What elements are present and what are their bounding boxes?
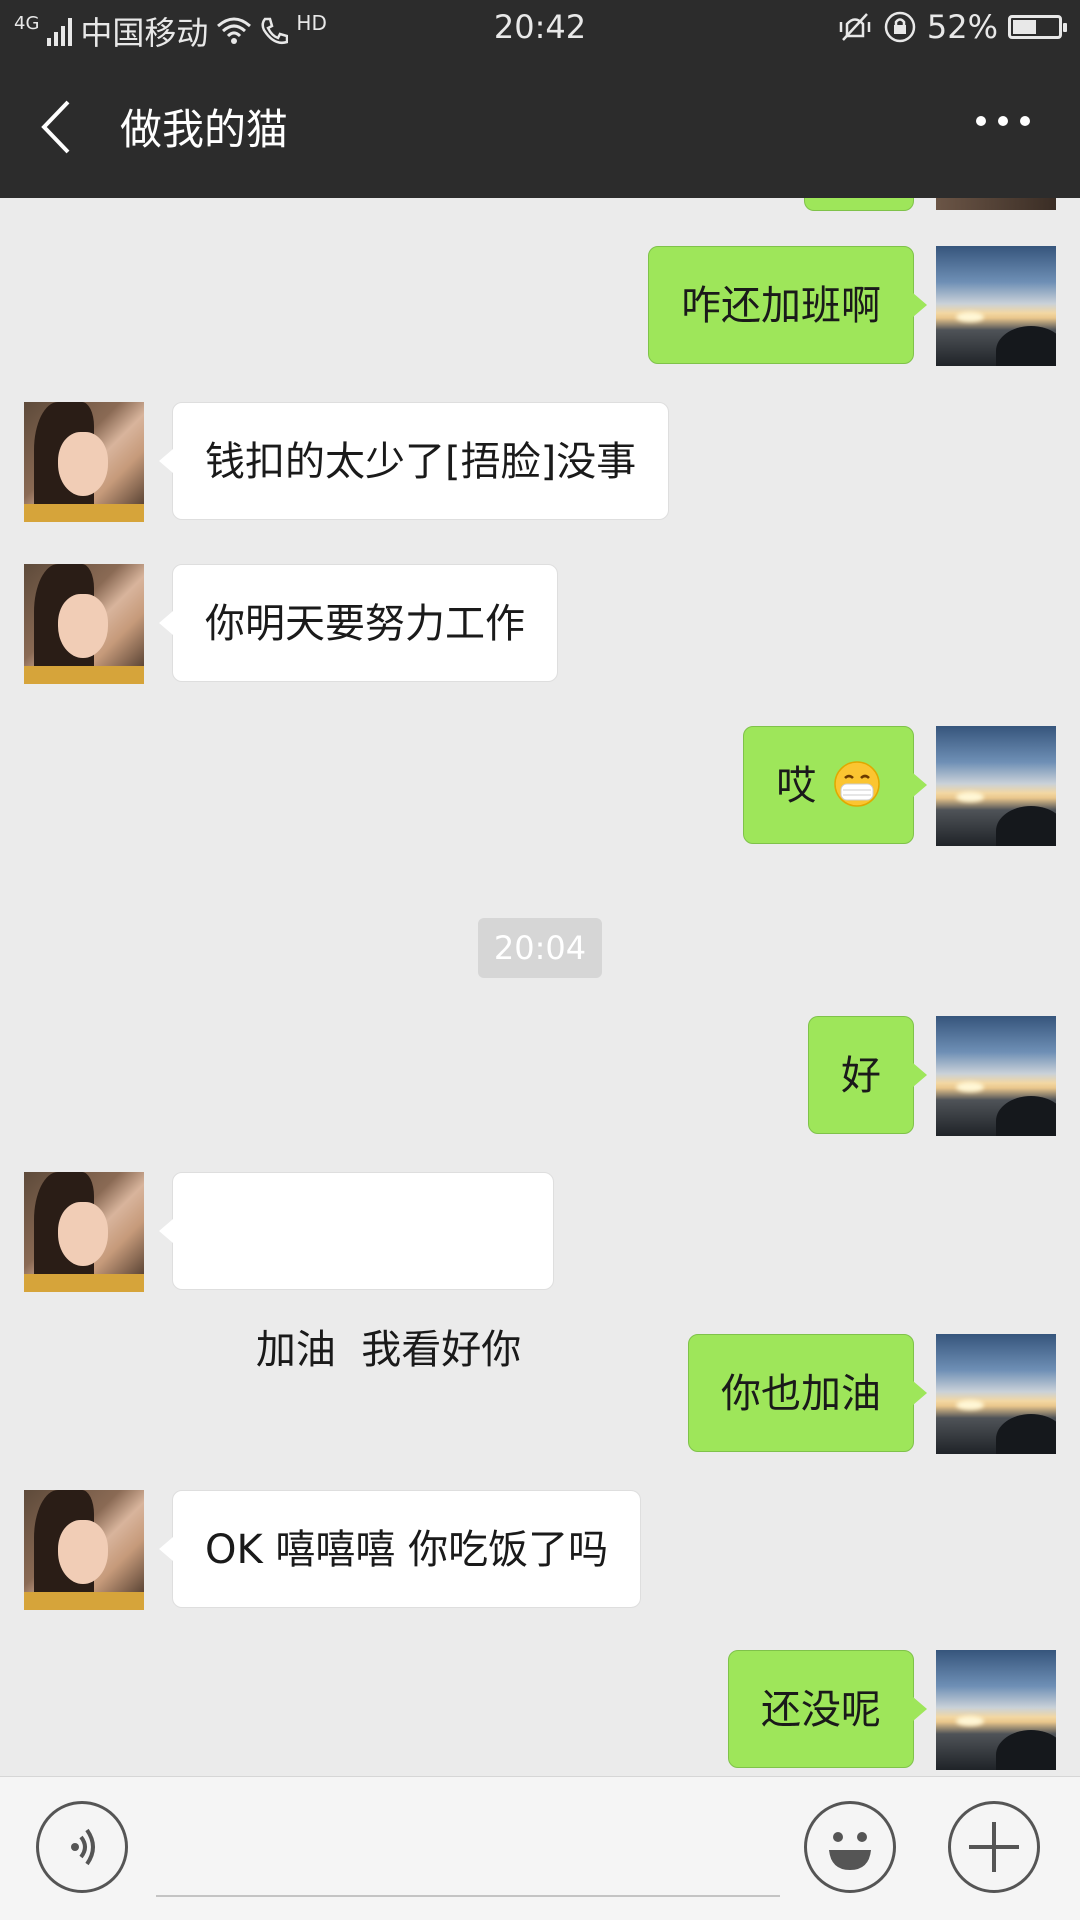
- smiley-icon: [829, 1832, 871, 1870]
- partial-message-bubble: [804, 198, 914, 211]
- my-avatar[interactable]: [936, 1016, 1056, 1136]
- rotation-lock-icon: [884, 11, 916, 43]
- vibrate-silent-icon: [839, 13, 871, 41]
- contact-avatar[interactable]: [24, 402, 144, 522]
- message-bubble-outgoing[interactable]: 好: [808, 1016, 927, 1134]
- chat-title: 做我的猫: [120, 105, 289, 154]
- message-bubble-incoming[interactable]: 加油 我看好你: [158, 1172, 555, 1373]
- voice-button[interactable]: [36, 1801, 128, 1893]
- message-text: 好: [841, 1053, 881, 1099]
- contact-avatar[interactable]: [24, 1172, 144, 1292]
- battery-icon: [1008, 15, 1067, 39]
- message-text: 还没呢: [761, 1687, 881, 1733]
- mask-face-emoji-icon: [834, 761, 880, 807]
- message-text: OK 嘻嘻嘻 你吃饭了吗: [205, 1527, 609, 1573]
- message-input[interactable]: [156, 1895, 780, 1897]
- message-text: 你明天要努力工作: [205, 601, 525, 647]
- my-avatar[interactable]: [936, 1650, 1056, 1770]
- message-text: 加油 我看好你: [255, 1327, 522, 1373]
- message-text: 咋还加班啊: [681, 283, 881, 329]
- voice-icon: [71, 1828, 95, 1866]
- contact-avatar[interactable]: [24, 1490, 144, 1610]
- my-avatar[interactable]: [936, 1334, 1056, 1454]
- contact-avatar[interactable]: [24, 564, 144, 684]
- battery-level: [1013, 20, 1036, 34]
- more-options-icon[interactable]: [976, 116, 1030, 126]
- time-divider: 20:04: [478, 918, 602, 978]
- partial-avatar: [936, 198, 1056, 210]
- status-bar: 4G 中国移动 HD 20:42 52%: [0, 0, 1080, 56]
- message-text: 哎: [776, 763, 817, 809]
- status-right: 52%: [837, 8, 1067, 46]
- emoji-button[interactable]: [804, 1801, 896, 1893]
- message-text: 你也加油: [721, 1371, 881, 1417]
- message-list[interactable]: 咋还加班啊 钱扣的太少了[捂脸]没事 你明天要努力工作 哎 20:04 好 加油…: [0, 198, 1080, 1776]
- input-bar: [0, 1776, 1080, 1920]
- plus-button[interactable]: [948, 1801, 1040, 1893]
- message-bubble-outgoing[interactable]: 咋还加班啊: [648, 246, 927, 364]
- message-bubble-outgoing[interactable]: 哎: [743, 726, 927, 844]
- message-bubble-outgoing[interactable]: 你也加油: [688, 1334, 927, 1452]
- battery-percent: 52%: [926, 8, 998, 46]
- back-icon[interactable]: [38, 98, 78, 156]
- plus-icon: [969, 1822, 1019, 1872]
- message-bubble-incoming[interactable]: 钱扣的太少了[捂脸]没事: [158, 402, 670, 520]
- my-avatar[interactable]: [936, 726, 1056, 846]
- message-bubble-outgoing[interactable]: 还没呢: [728, 1650, 927, 1768]
- message-text: 钱扣的太少了[捂脸]没事: [205, 439, 637, 485]
- title-bar: 做我的猫: [0, 56, 1080, 198]
- message-bubble-incoming[interactable]: 你明天要努力工作: [159, 564, 558, 682]
- message-bubble-incoming[interactable]: OK 嘻嘻嘻 你吃饭了吗: [158, 1490, 642, 1608]
- my-avatar[interactable]: [936, 246, 1056, 366]
